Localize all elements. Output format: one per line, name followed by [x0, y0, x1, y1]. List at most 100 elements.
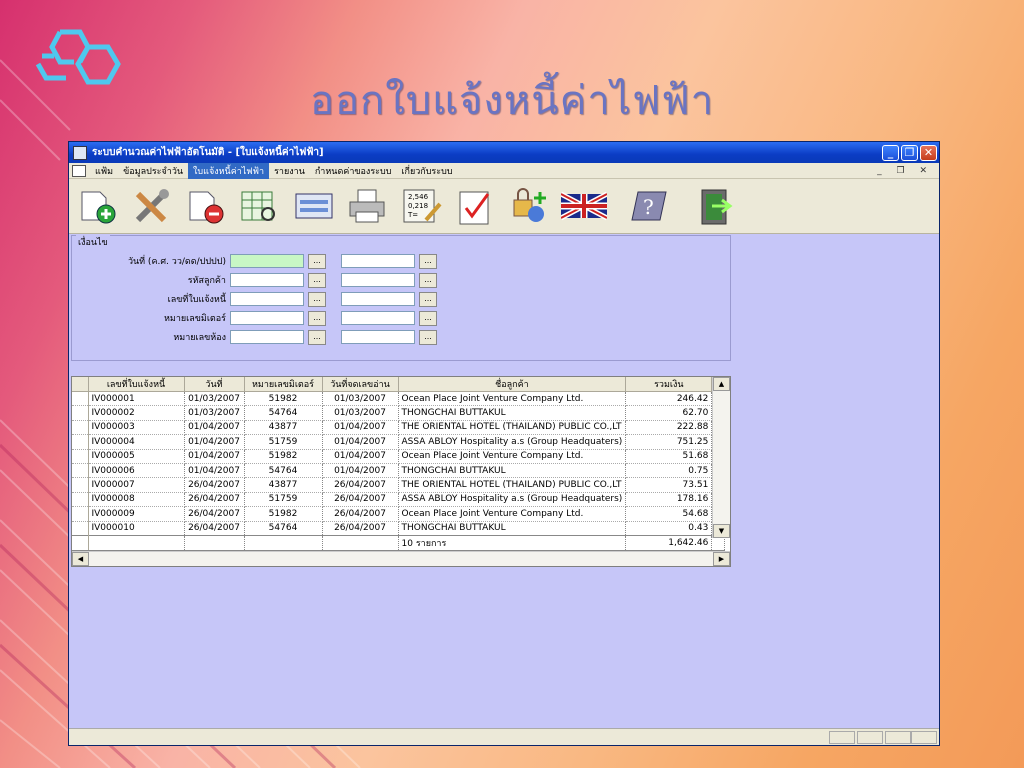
table-row[interactable]: IV000010 26/04/2007 54764 26/04/2007 THONGCH… [72, 521, 725, 536]
read-date-cell[interactable]: 01/03/2007 [322, 391, 399, 407]
customer-from-browse-button[interactable]: ... [308, 272, 326, 288]
meter-cell[interactable]: 43877 [244, 420, 323, 436]
read-date-cell[interactable]: 01/04/2007 [322, 463, 399, 479]
customer-cell[interactable]: ASSA ABLOY Hospitality a.s (Group Headqu… [398, 492, 627, 508]
customer-cell[interactable]: Ocean Place Joint Venture Company Ltd. [398, 391, 627, 407]
invoice-from-browse-button[interactable]: ... [308, 291, 326, 307]
meter-cell[interactable]: 51759 [244, 434, 323, 450]
table-row[interactable]: IV000008 26/04/2007 51759 26/04/2007 ASSA AB… [72, 492, 725, 508]
english-flag-icon[interactable] [561, 184, 607, 228]
scroll-left-icon[interactable]: ◀ [72, 552, 89, 566]
menu-daily-data[interactable]: ข้อมูลประจำวัน [118, 163, 188, 179]
menu-about[interactable]: เกี่ยวกับระบบ [396, 163, 457, 179]
column-header[interactable]: รวมเงิน [625, 377, 713, 392]
customer-cell[interactable]: THE ORIENTAL HOTEL (THAILAND) PUBLIC CO.… [398, 477, 627, 493]
table-row[interactable]: IV000003 01/04/2007 43877 01/04/2007 THE ORI… [72, 420, 725, 436]
room-from-input[interactable] [230, 330, 304, 344]
help-icon[interactable]: ? [627, 184, 673, 228]
row-indicator[interactable] [72, 521, 89, 536]
menu-settings[interactable]: กำหนดค่าของระบบ [310, 163, 397, 179]
amount-cell[interactable]: 246.42 [625, 391, 713, 407]
window-titlebar[interactable]: ระบบคำนวณค่าไฟฟ้าอัตโนมัติ - [ใบแจ้งหนี้… [69, 142, 939, 163]
invoice-no-cell[interactable]: IV000008 [88, 492, 185, 508]
date-cell[interactable]: 01/04/2007 [184, 420, 245, 436]
read-date-cell[interactable]: 26/04/2007 [322, 477, 399, 493]
meter-cell[interactable]: 51982 [244, 506, 323, 522]
scroll-down-icon[interactable]: ▼ [713, 524, 730, 538]
mdi-window-controls[interactable]: _ ❐ ✕ [877, 166, 939, 176]
date-to-input[interactable] [341, 254, 415, 268]
menu-report[interactable]: รายงาน [269, 163, 310, 179]
date-cell[interactable]: 01/04/2007 [184, 463, 245, 479]
amount-cell[interactable]: 222.88 [625, 420, 713, 436]
form-icon[interactable] [291, 184, 337, 228]
invoice-no-cell[interactable]: IV000010 [88, 521, 185, 536]
meter-from-browse-button[interactable]: ... [308, 310, 326, 326]
mdi-child-icon[interactable] [72, 164, 86, 177]
amount-cell[interactable]: 178.16 [625, 492, 713, 508]
date-to-browse-button[interactable]: ... [419, 253, 437, 269]
meter-cell[interactable]: 54764 [244, 521, 323, 536]
invoice-no-cell[interactable]: IV000006 [88, 463, 185, 479]
table-row[interactable]: IV000001 01/03/2007 51982 01/03/2007 Ocean P… [72, 391, 725, 407]
meter-cell[interactable]: 51982 [244, 449, 323, 464]
scroll-right-icon[interactable]: ▶ [713, 552, 730, 566]
calculator-icon[interactable]: 2,546 0,218 T= [399, 184, 445, 228]
invoice-no-cell[interactable]: IV000003 [88, 420, 185, 436]
invoice-from-input[interactable] [230, 292, 304, 306]
read-date-cell[interactable]: 26/04/2007 [322, 521, 399, 536]
column-header[interactable]: หมายเลขมิเตอร์ [244, 377, 323, 392]
meter-cell[interactable]: 51982 [244, 391, 323, 407]
row-indicator[interactable] [72, 477, 89, 493]
amount-cell[interactable]: 73.51 [625, 477, 713, 493]
invoice-to-input[interactable] [341, 292, 415, 306]
row-indicator[interactable] [72, 405, 89, 421]
column-header[interactable]: วันที่จดเลขอ่าน [322, 377, 399, 392]
amount-cell[interactable]: 0.43 [625, 521, 713, 536]
read-date-cell[interactable]: 26/04/2007 [322, 506, 399, 522]
amount-cell[interactable]: 62.70 [625, 405, 713, 421]
read-date-cell[interactable]: 01/04/2007 [322, 434, 399, 450]
customer-cell[interactable]: Ocean Place Joint Venture Company Ltd. [398, 506, 627, 522]
customer-cell[interactable]: THONGCHAI BUTTAKUL [398, 405, 627, 421]
date-cell[interactable]: 01/03/2007 [184, 391, 245, 407]
amount-cell[interactable]: 54.68 [625, 506, 713, 522]
customer-to-browse-button[interactable]: ... [419, 272, 437, 288]
read-date-cell[interactable]: 26/04/2007 [322, 492, 399, 508]
table-row[interactable]: IV000004 01/04/2007 51759 01/04/2007 ASSA AB… [72, 434, 725, 450]
read-date-cell[interactable]: 01/04/2007 [322, 420, 399, 436]
checklist-icon[interactable] [453, 184, 499, 228]
customer-cell[interactable]: Ocean Place Joint Venture Company Ltd. [398, 449, 627, 464]
tools-icon[interactable] [129, 184, 175, 228]
meter-cell[interactable]: 43877 [244, 477, 323, 493]
row-indicator[interactable] [72, 391, 89, 407]
meter-cell[interactable]: 51759 [244, 492, 323, 508]
date-cell[interactable]: 26/04/2007 [184, 506, 245, 522]
row-indicator[interactable] [72, 492, 89, 508]
read-date-cell[interactable]: 01/03/2007 [322, 405, 399, 421]
invoice-no-cell[interactable]: IV000001 [88, 391, 185, 407]
read-date-cell[interactable]: 01/04/2007 [322, 449, 399, 464]
date-cell[interactable]: 26/04/2007 [184, 492, 245, 508]
row-indicator[interactable] [72, 506, 89, 522]
printer-icon[interactable] [345, 184, 391, 228]
amount-cell[interactable]: 0.75 [625, 463, 713, 479]
date-from-browse-button[interactable]: ... [308, 253, 326, 269]
amount-cell[interactable]: 51.68 [625, 449, 713, 464]
row-indicator[interactable] [72, 434, 89, 450]
security-user-icon[interactable] [507, 184, 553, 228]
date-cell[interactable]: 26/04/2007 [184, 521, 245, 536]
meter-cell[interactable]: 54764 [244, 405, 323, 421]
meter-to-browse-button[interactable]: ... [419, 310, 437, 326]
vertical-scrollbar[interactable]: ▲ ▼ [712, 377, 730, 538]
close-button[interactable]: ✕ [920, 144, 937, 161]
date-cell[interactable]: 01/04/2007 [184, 434, 245, 450]
column-header[interactable]: ชื่อลูกค้า [398, 377, 627, 392]
column-header[interactable]: เลขที่ใบแจ้งหนี้ [88, 377, 185, 392]
room-to-browse-button[interactable]: ... [419, 329, 437, 345]
customer-to-input[interactable] [341, 273, 415, 287]
table-row[interactable]: IV000005 01/04/2007 51982 01/04/2007 Ocean P… [72, 449, 725, 464]
column-header[interactable]: วันที่ [184, 377, 245, 392]
amount-cell[interactable]: 751.25 [625, 434, 713, 450]
room-from-browse-button[interactable]: ... [308, 329, 326, 345]
